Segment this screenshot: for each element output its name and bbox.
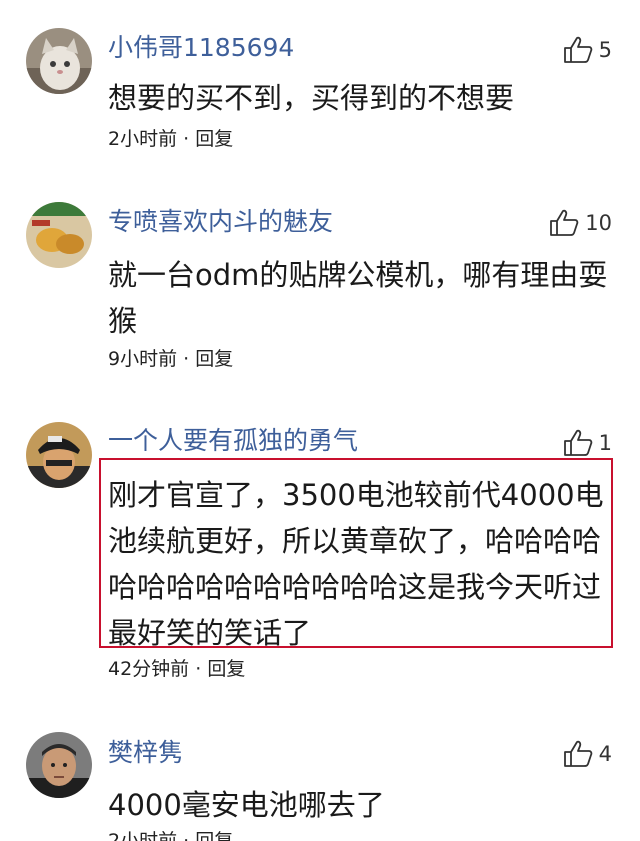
reply-link[interactable]: 回复 xyxy=(195,830,233,841)
comment-item: 专喷喜欢内斗的魅友 10 就一台odm的贴牌公模机，哪有理由耍猴 9小时前 · … xyxy=(0,180,640,400)
comment-item: 小伟哥1185694 5 想要的买不到，买得到的不想要 2小时前 · 回复 xyxy=(0,0,640,180)
like-button[interactable]: 5 xyxy=(563,36,612,64)
comment-username[interactable]: 樊梓隽 xyxy=(108,740,183,765)
thumbs-up-icon xyxy=(563,36,592,63)
thumbs-up-icon xyxy=(550,209,579,236)
comment-time: 9小时前 xyxy=(108,348,178,370)
comment-meta: 2小时前 · 回复 xyxy=(108,832,233,841)
comment-text: 就一台odm的贴牌公模机，哪有理由耍猴 xyxy=(108,258,608,338)
highlight-box xyxy=(99,458,613,648)
food-avatar-icon[interactable] xyxy=(26,202,92,268)
comment-text: 4000毫安电池哪去了 xyxy=(108,788,385,822)
comment-text: 想要的买不到，买得到的不想要 xyxy=(108,81,515,115)
like-count: 1 xyxy=(598,430,612,455)
reply-link[interactable]: 回复 xyxy=(195,128,233,150)
like-button[interactable]: 10 xyxy=(549,209,612,237)
meta-separator: · xyxy=(183,348,190,370)
comment-meta: 9小时前 · 回复 xyxy=(108,350,233,369)
comment-time: 2小时前 xyxy=(108,128,178,150)
like-count: 4 xyxy=(598,741,612,766)
comment-list: 小伟哥1185694 5 想要的买不到，买得到的不想要 2小时前 · 回复 专喷… xyxy=(0,0,640,841)
person-avatar-icon[interactable] xyxy=(26,732,92,798)
thumbs-up-icon xyxy=(563,740,592,767)
like-button[interactable]: 4 xyxy=(563,740,612,768)
comment-username[interactable]: 小伟哥1185694 xyxy=(108,35,294,60)
person-cap-avatar-icon[interactable] xyxy=(26,422,92,488)
reply-link[interactable]: 回复 xyxy=(207,658,245,680)
thumbs-up-icon xyxy=(563,429,592,456)
meta-separator: · xyxy=(195,658,202,680)
meta-separator: · xyxy=(183,830,190,841)
like-button[interactable]: 1 xyxy=(563,429,612,457)
comment-meta: 42分钟前 · 回复 xyxy=(108,660,245,679)
reply-link[interactable]: 回复 xyxy=(195,348,233,370)
meta-separator: · xyxy=(183,128,190,150)
comment-username[interactable]: 专喷喜欢内斗的魅友 xyxy=(108,209,333,234)
comment-username[interactable]: 一个人要有孤独的勇气 xyxy=(108,428,358,453)
comment-time: 2小时前 xyxy=(108,830,178,841)
comment-time: 42分钟前 xyxy=(108,658,190,680)
comment-meta: 2小时前 · 回复 xyxy=(108,130,233,149)
like-count: 10 xyxy=(585,210,612,235)
like-count: 5 xyxy=(598,37,612,62)
comment-item: 樊梓隽 4 4000毫安电池哪去了 2小时前 · 回复 xyxy=(0,710,640,841)
cat-avatar-icon[interactable] xyxy=(26,28,92,94)
